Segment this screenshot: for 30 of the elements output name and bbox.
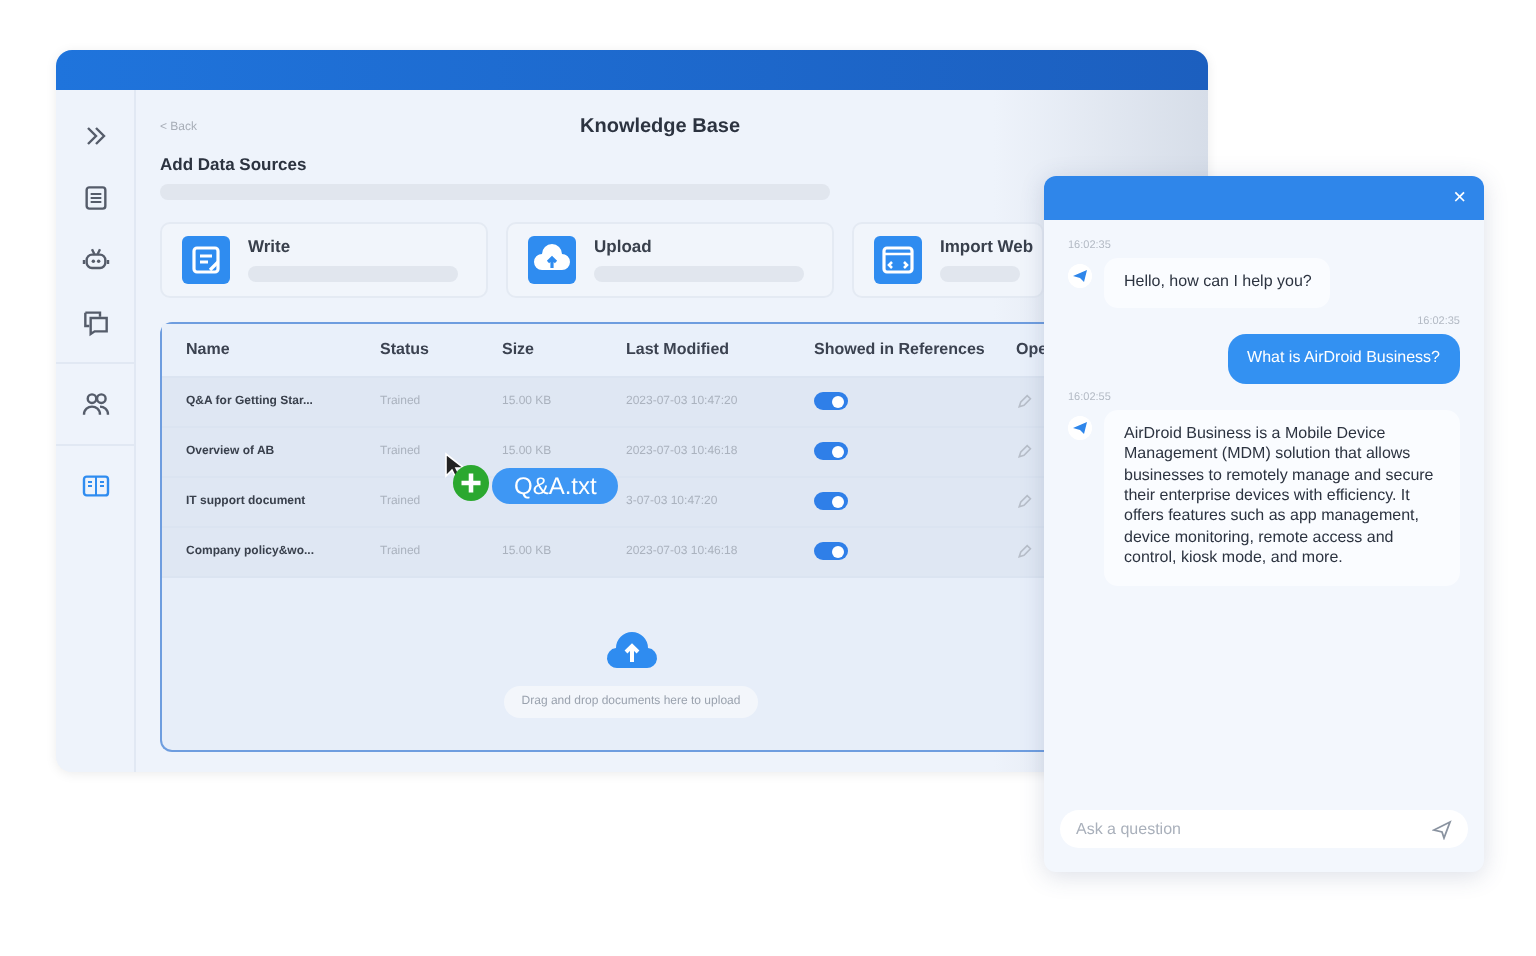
send-icon[interactable] <box>1432 819 1452 839</box>
question-input[interactable]: Ask a question <box>1060 810 1468 848</box>
close-button[interactable]: × <box>1447 186 1472 210</box>
mouse-cursor-icon <box>444 452 464 480</box>
source-card[interactable]: Import Web <box>852 221 1044 298</box>
plus-icon <box>452 464 490 502</box>
source-label: Import Web <box>940 236 1034 257</box>
source-label: Write <box>248 236 291 257</box>
source-card[interactable]: Write <box>160 221 488 298</box>
toggle-switch[interactable] <box>814 542 848 561</box>
section-title: Add Data Sources <box>160 153 309 174</box>
toggle-switch[interactable] <box>814 492 848 511</box>
toggle-switch[interactable] <box>814 442 848 461</box>
edit-note-icon <box>182 235 230 284</box>
cloud-upload-icon <box>528 235 576 284</box>
source-label: Upload <box>594 236 652 257</box>
dragged-file: Q&A.txt <box>492 468 619 504</box>
toggle-switch[interactable] <box>814 392 848 411</box>
page-title: Knowledge Base <box>580 116 741 139</box>
column-header: Showed in References <box>814 340 987 359</box>
column-header: Size <box>502 340 537 359</box>
bot-message: AirDroid Business is a Mobile Device Management (MDM) solution that allows businesses to remotely manage and secure their enterprise devices with efficiency. It offers features such as app management, device monitoring, remote access and control, kiosk mode, and more. <box>1104 409 1460 586</box>
web-page-icon <box>874 235 922 284</box>
source-card[interactable]: Upload <box>506 221 834 298</box>
column-header: Last Modified <box>626 340 732 359</box>
cloud-upload-icon <box>605 630 657 670</box>
column-header: Status <box>380 340 431 359</box>
user-message: What is AirDroid Business? <box>1227 334 1460 384</box>
bot-message: Hello, how can I help you? <box>1104 258 1330 309</box>
column-header: Name <box>186 340 232 359</box>
